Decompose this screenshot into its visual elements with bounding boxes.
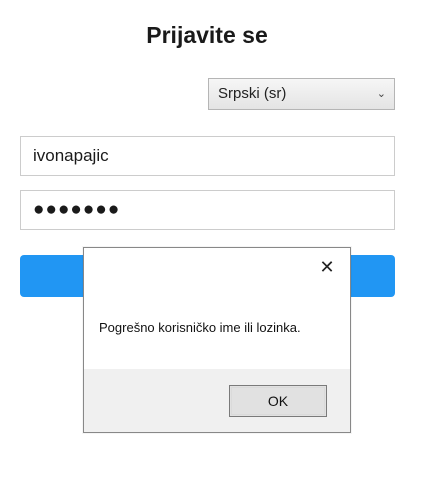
chevron-down-icon: ⌄ bbox=[376, 88, 386, 100]
error-dialog: ✕ Pogrešno korisničko ime ili lozinka. O… bbox=[83, 247, 351, 433]
ok-button[interactable]: OK bbox=[229, 385, 327, 417]
page-title: Prijavite se bbox=[146, 22, 268, 48]
username-value: ivonapajic bbox=[33, 146, 109, 165]
username-field[interactable]: ivonapajic bbox=[20, 136, 395, 176]
language-select-value: Srpski (sr) bbox=[218, 85, 287, 102]
password-mask: ●●●●●●● bbox=[33, 199, 121, 220]
close-icon[interactable]: ✕ bbox=[316, 256, 338, 278]
password-field[interactable]: ●●●●●●● bbox=[20, 190, 395, 230]
error-message: Pogrešno korisničko ime ili lozinka. bbox=[99, 320, 301, 335]
language-select[interactable]: Srpski (sr) ⌄ bbox=[208, 78, 395, 110]
dialog-footer: OK bbox=[84, 369, 350, 432]
